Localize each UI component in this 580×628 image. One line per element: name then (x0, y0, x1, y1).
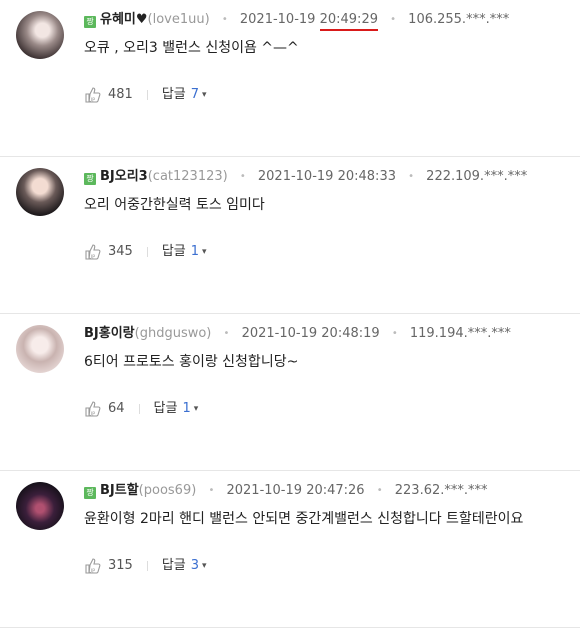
svg-text:UP: UP (89, 569, 96, 575)
level-badge: 짱 (84, 16, 96, 28)
like-count: 315 (108, 558, 133, 573)
comment-time: 20:48:33 (337, 169, 396, 184)
nickname[interactable]: 유혜미♥ (100, 12, 148, 27)
comment-header: 짱 BJ트할(poos69) • 2021-10-19 20:47:26 • 22… (84, 483, 488, 499)
comment-header: BJ홍이랑(ghdguswo) • 2021-10-19 20:48:19 • … (84, 326, 511, 342)
avatar[interactable] (16, 11, 64, 59)
comment-time: 20:49:29 (319, 12, 378, 31)
comment-item: 짱 BJ트할(poos69) • 2021-10-19 20:47:26 • 22… (0, 471, 580, 628)
reply-button[interactable]: 답글 (162, 557, 186, 575)
nickname[interactable]: BJ트할 (100, 483, 139, 498)
comment-header: 짱 유혜미♥(love1uu) • 2021-10-19 20:49:29 • 1… (84, 12, 510, 31)
divider (146, 247, 148, 257)
avatar[interactable] (16, 325, 64, 373)
comment-date: 2021-10-19 (257, 169, 334, 184)
comment-date: 2021-10-19 (241, 326, 318, 341)
separator-dot: • (239, 171, 246, 182)
separator-dot: • (223, 328, 230, 339)
comment-time: 20:48:19 (321, 326, 380, 341)
thumbs-up-icon[interactable]: UP (84, 86, 102, 104)
reply-count[interactable]: 1 (191, 243, 199, 261)
ip-address: 223.62.***.*** (394, 483, 488, 498)
chevron-down-icon[interactable]: ▾ (194, 400, 199, 418)
level-badge: 짱 (84, 173, 96, 185)
avatar[interactable] (16, 168, 64, 216)
reply-button[interactable]: 답글 (154, 400, 178, 418)
like-count: 64 (108, 401, 125, 416)
separator-dot: • (221, 14, 228, 25)
separator-dot: • (391, 328, 398, 339)
like-count: 345 (108, 244, 133, 259)
like-count: 481 (108, 87, 133, 102)
divider (146, 561, 148, 571)
thumbs-up-icon[interactable]: UP (84, 557, 102, 575)
thumbs-up-icon[interactable]: UP (84, 400, 102, 418)
reply-button[interactable]: 답글 (162, 86, 186, 104)
comment-item: 짱 BJ오리3(cat123123) • 2021-10-19 20:48:33 … (0, 157, 580, 314)
svg-text:UP: UP (89, 412, 96, 418)
comment-actions: UP 345 답글 1 ▾ (84, 243, 207, 261)
nickname[interactable]: BJ오리3 (100, 169, 148, 184)
chevron-down-icon[interactable]: ▾ (202, 243, 207, 261)
comment-date: 2021-10-19 (239, 12, 316, 27)
comment-text: 오리 어중간한실력 토스 임미다 (84, 197, 265, 213)
comment-actions: UP 481 답글 7 ▾ (84, 86, 207, 104)
thumbs-up-icon[interactable]: UP (84, 243, 102, 261)
comment-item: BJ홍이랑(ghdguswo) • 2021-10-19 20:48:19 • … (0, 314, 580, 471)
user-id: (poos69) (138, 483, 197, 498)
comment-text: 윤환이형 2마리 핸디 밸런스 안되면 중간계밸런스 신청합니다 트할테란이요 (84, 511, 524, 527)
avatar[interactable] (16, 482, 64, 530)
svg-text:UP: UP (89, 255, 96, 261)
reply-count[interactable]: 1 (182, 400, 190, 418)
chevron-down-icon[interactable]: ▾ (202, 557, 207, 575)
comment-text: 오큐 , 오리3 밸런스 신청이욤 ^—^ (84, 40, 299, 56)
reply-count[interactable]: 3 (191, 557, 199, 575)
comment-actions: UP 64 답글 1 ▾ (84, 400, 198, 418)
reply-count[interactable]: 7 (191, 86, 199, 104)
svg-text:UP: UP (89, 98, 96, 104)
user-id: (love1uu) (147, 12, 210, 27)
separator-dot: • (208, 485, 215, 496)
comment-actions: UP 315 답글 3 ▾ (84, 557, 207, 575)
comment-header: 짱 BJ오리3(cat123123) • 2021-10-19 20:48:33 … (84, 169, 527, 185)
nickname[interactable]: BJ홍이랑 (84, 326, 135, 341)
separator-dot: • (390, 14, 397, 25)
chevron-down-icon[interactable]: ▾ (202, 86, 207, 104)
user-id: (cat123123) (147, 169, 228, 184)
ip-address: 222.109.***.*** (426, 169, 528, 184)
comment-text: 6티어 프로토스 홍이랑 신청합니당~ (84, 354, 299, 370)
ip-address: 119.194.***.*** (409, 326, 511, 341)
reply-button[interactable]: 답글 (162, 243, 186, 261)
comment-date: 2021-10-19 (226, 483, 303, 498)
divider (146, 90, 148, 100)
comment-time: 20:47:26 (306, 483, 365, 498)
ip-address: 106.255.***.*** (408, 12, 510, 27)
user-id: (ghdguswo) (134, 326, 212, 341)
divider (138, 404, 140, 414)
separator-dot: • (408, 171, 415, 182)
comment-item: 짱 유혜미♥(love1uu) • 2021-10-19 20:49:29 • 1… (0, 0, 580, 157)
level-badge: 짱 (84, 487, 96, 499)
separator-dot: • (376, 485, 383, 496)
